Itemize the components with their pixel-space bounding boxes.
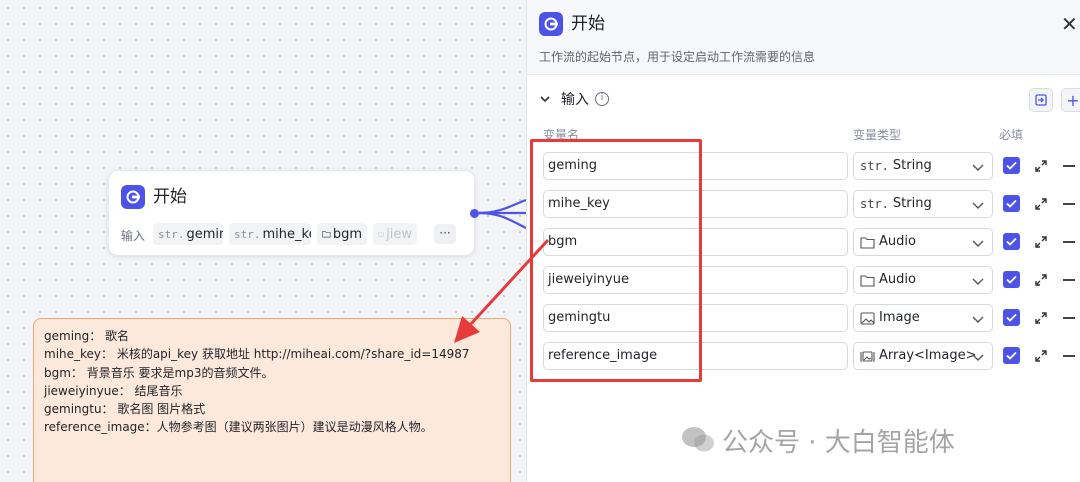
red-arrow-layer bbox=[454, 238, 550, 343]
wechat-icon bbox=[682, 427, 714, 452]
red-arrow-line bbox=[468, 238, 550, 327]
watermark: 公众号 · 大白智能体 bbox=[680, 420, 955, 460]
